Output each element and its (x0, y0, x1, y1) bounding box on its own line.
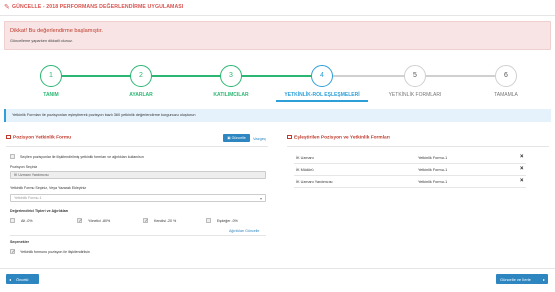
step-1-label[interactable]: TANIM (43, 92, 58, 98)
table-row[interactable]: İK Uzmanı Yardımcısı Yetkinlik Formu-1 × (294, 176, 526, 188)
weights-label: Değerlendirici Tipleri ve Ağırlıkları (10, 209, 69, 213)
weight-manager-checkbox[interactable] (77, 218, 82, 224)
step-connector (51, 75, 141, 77)
position-cell: İK Müdürü (296, 168, 314, 172)
step-connector (415, 75, 506, 77)
step-1-circle[interactable]: 1 (40, 65, 62, 87)
weight-sub-checkbox[interactable] (10, 218, 15, 223)
link-position-checkbox[interactable] (10, 249, 15, 255)
position-cell: İK Uzmanı (296, 156, 314, 160)
step-connector (141, 75, 231, 77)
page-header: ✎ GÜNCELLE - 2018 PERFORMANS DEĞERLENDİR… (0, 0, 555, 16)
step-3-circle[interactable]: 3 (220, 65, 242, 87)
delete-icon[interactable]: × (520, 154, 524, 160)
footer-divider (0, 268, 555, 269)
form-icon (6, 135, 11, 139)
step-connector (322, 75, 415, 77)
divider (10, 235, 266, 236)
right-panel-title: Eşleştirilen Pozisyon ve Yetkinlik Forml… (287, 135, 390, 141)
step-4-label[interactable]: YETKİNLİK-ROL EŞLEŞMELERİ (284, 92, 359, 98)
page-title: GÜNCELLE - 2018 PERFORMANS DEĞERLENDİRME… (12, 4, 184, 10)
arrow-left-icon: ◂ (9, 276, 12, 282)
form-cell: Yetkinlik Formu-1 (418, 156, 448, 160)
alert-body: Güncelleme yaparken dikkatli olunuz. (10, 39, 73, 43)
use-linked-forms-checkbox[interactable] (10, 154, 15, 159)
table-row[interactable]: İK Müdürü Yetkinlik Formu-1 × (294, 164, 526, 176)
form-cell: Yetkinlik Formu-1 (418, 168, 448, 172)
weight-peer-label: Eşdeğer -0% (217, 219, 238, 223)
cancel-link[interactable]: Vazgeç (253, 136, 266, 141)
link-position-label: Yetkinlik formunu pozisyon ile ilişkilen… (20, 250, 90, 254)
previous-button[interactable]: ◂ Önceki (6, 274, 39, 284)
form-select[interactable]: Yetkinlik Formu-1 ▾ (10, 194, 266, 202)
weight-self-label: Kendisi -20 % (154, 219, 177, 223)
table-row[interactable]: İK Uzmanı Yetkinlik Formu-1 × (294, 152, 526, 164)
use-linked-forms-label: Seçilen pozisyonlar ile ilişkilendirilmi… (20, 155, 144, 159)
save-icon: ▣ (227, 136, 231, 140)
alert-heading: Dikkat! Bu değerlendirme başlamıştır. (10, 28, 103, 34)
active-step-underline (276, 100, 368, 102)
position-cell: İK Uzmanı Yardımcısı (296, 180, 333, 184)
step-2-circle[interactable]: 2 (130, 65, 152, 87)
form-select-label: Yetkinlik Formu Seçiniz, Veya Yazarak Ek… (10, 186, 87, 190)
options-label: Seçenekler (10, 240, 29, 244)
wizard-stepper: 1 2 3 4 5 6 TANIM AYARLAR KATILIMCILAR Y… (0, 58, 555, 102)
position-field[interactable]: İK Uzmanı Yardımcısı (10, 171, 266, 179)
divider (6, 146, 268, 147)
update-weights-link[interactable]: Ağırlıkları Güncelle (229, 229, 259, 233)
step-6-label[interactable]: TAMAMLA (494, 92, 518, 98)
info-bar: Yetkinlik Formları ile pozisyonları eşle… (4, 109, 551, 122)
step-5-label[interactable]: YETKİNLİK FORMLARI (389, 92, 442, 98)
form-cell: Yetkinlik Formu-1 (418, 180, 448, 184)
left-panel-title: Pozisyon Yetkinlik Formu (6, 135, 71, 141)
weight-manager-label: Yönetici -80% (88, 219, 111, 223)
update-and-next-button[interactable]: Güncelle ve İlerle ▸ (496, 274, 548, 284)
arrow-right-icon: ▸ (542, 276, 545, 282)
step-connector (231, 75, 322, 77)
list-icon (287, 135, 292, 139)
position-label: Pozisyon Seçiniz (10, 165, 38, 169)
info-text: Yetkinlik Formları ile pozisyonları eşle… (12, 113, 196, 117)
step-2-label[interactable]: AYARLAR (129, 92, 153, 98)
weight-self-checkbox[interactable] (143, 218, 148, 224)
update-button[interactable]: ▣ Güncelle (223, 134, 250, 142)
divider (287, 146, 549, 147)
delete-icon[interactable]: × (520, 166, 524, 172)
warning-alert: Dikkat! Bu değerlendirme başlamıştır. Gü… (4, 21, 551, 50)
step-3-label[interactable]: KATILIMCILAR (213, 92, 248, 98)
delete-icon[interactable]: × (520, 178, 524, 184)
weight-peer-checkbox[interactable] (206, 218, 211, 223)
chevron-down-icon: ▾ (259, 196, 262, 201)
step-5-circle[interactable]: 5 (404, 65, 426, 87)
pencil-icon: ✎ (4, 4, 10, 11)
step-6-circle[interactable]: 6 (495, 65, 517, 87)
weight-sub-label: Alt -0% (21, 219, 33, 223)
step-4-circle[interactable]: 4 (311, 65, 333, 87)
